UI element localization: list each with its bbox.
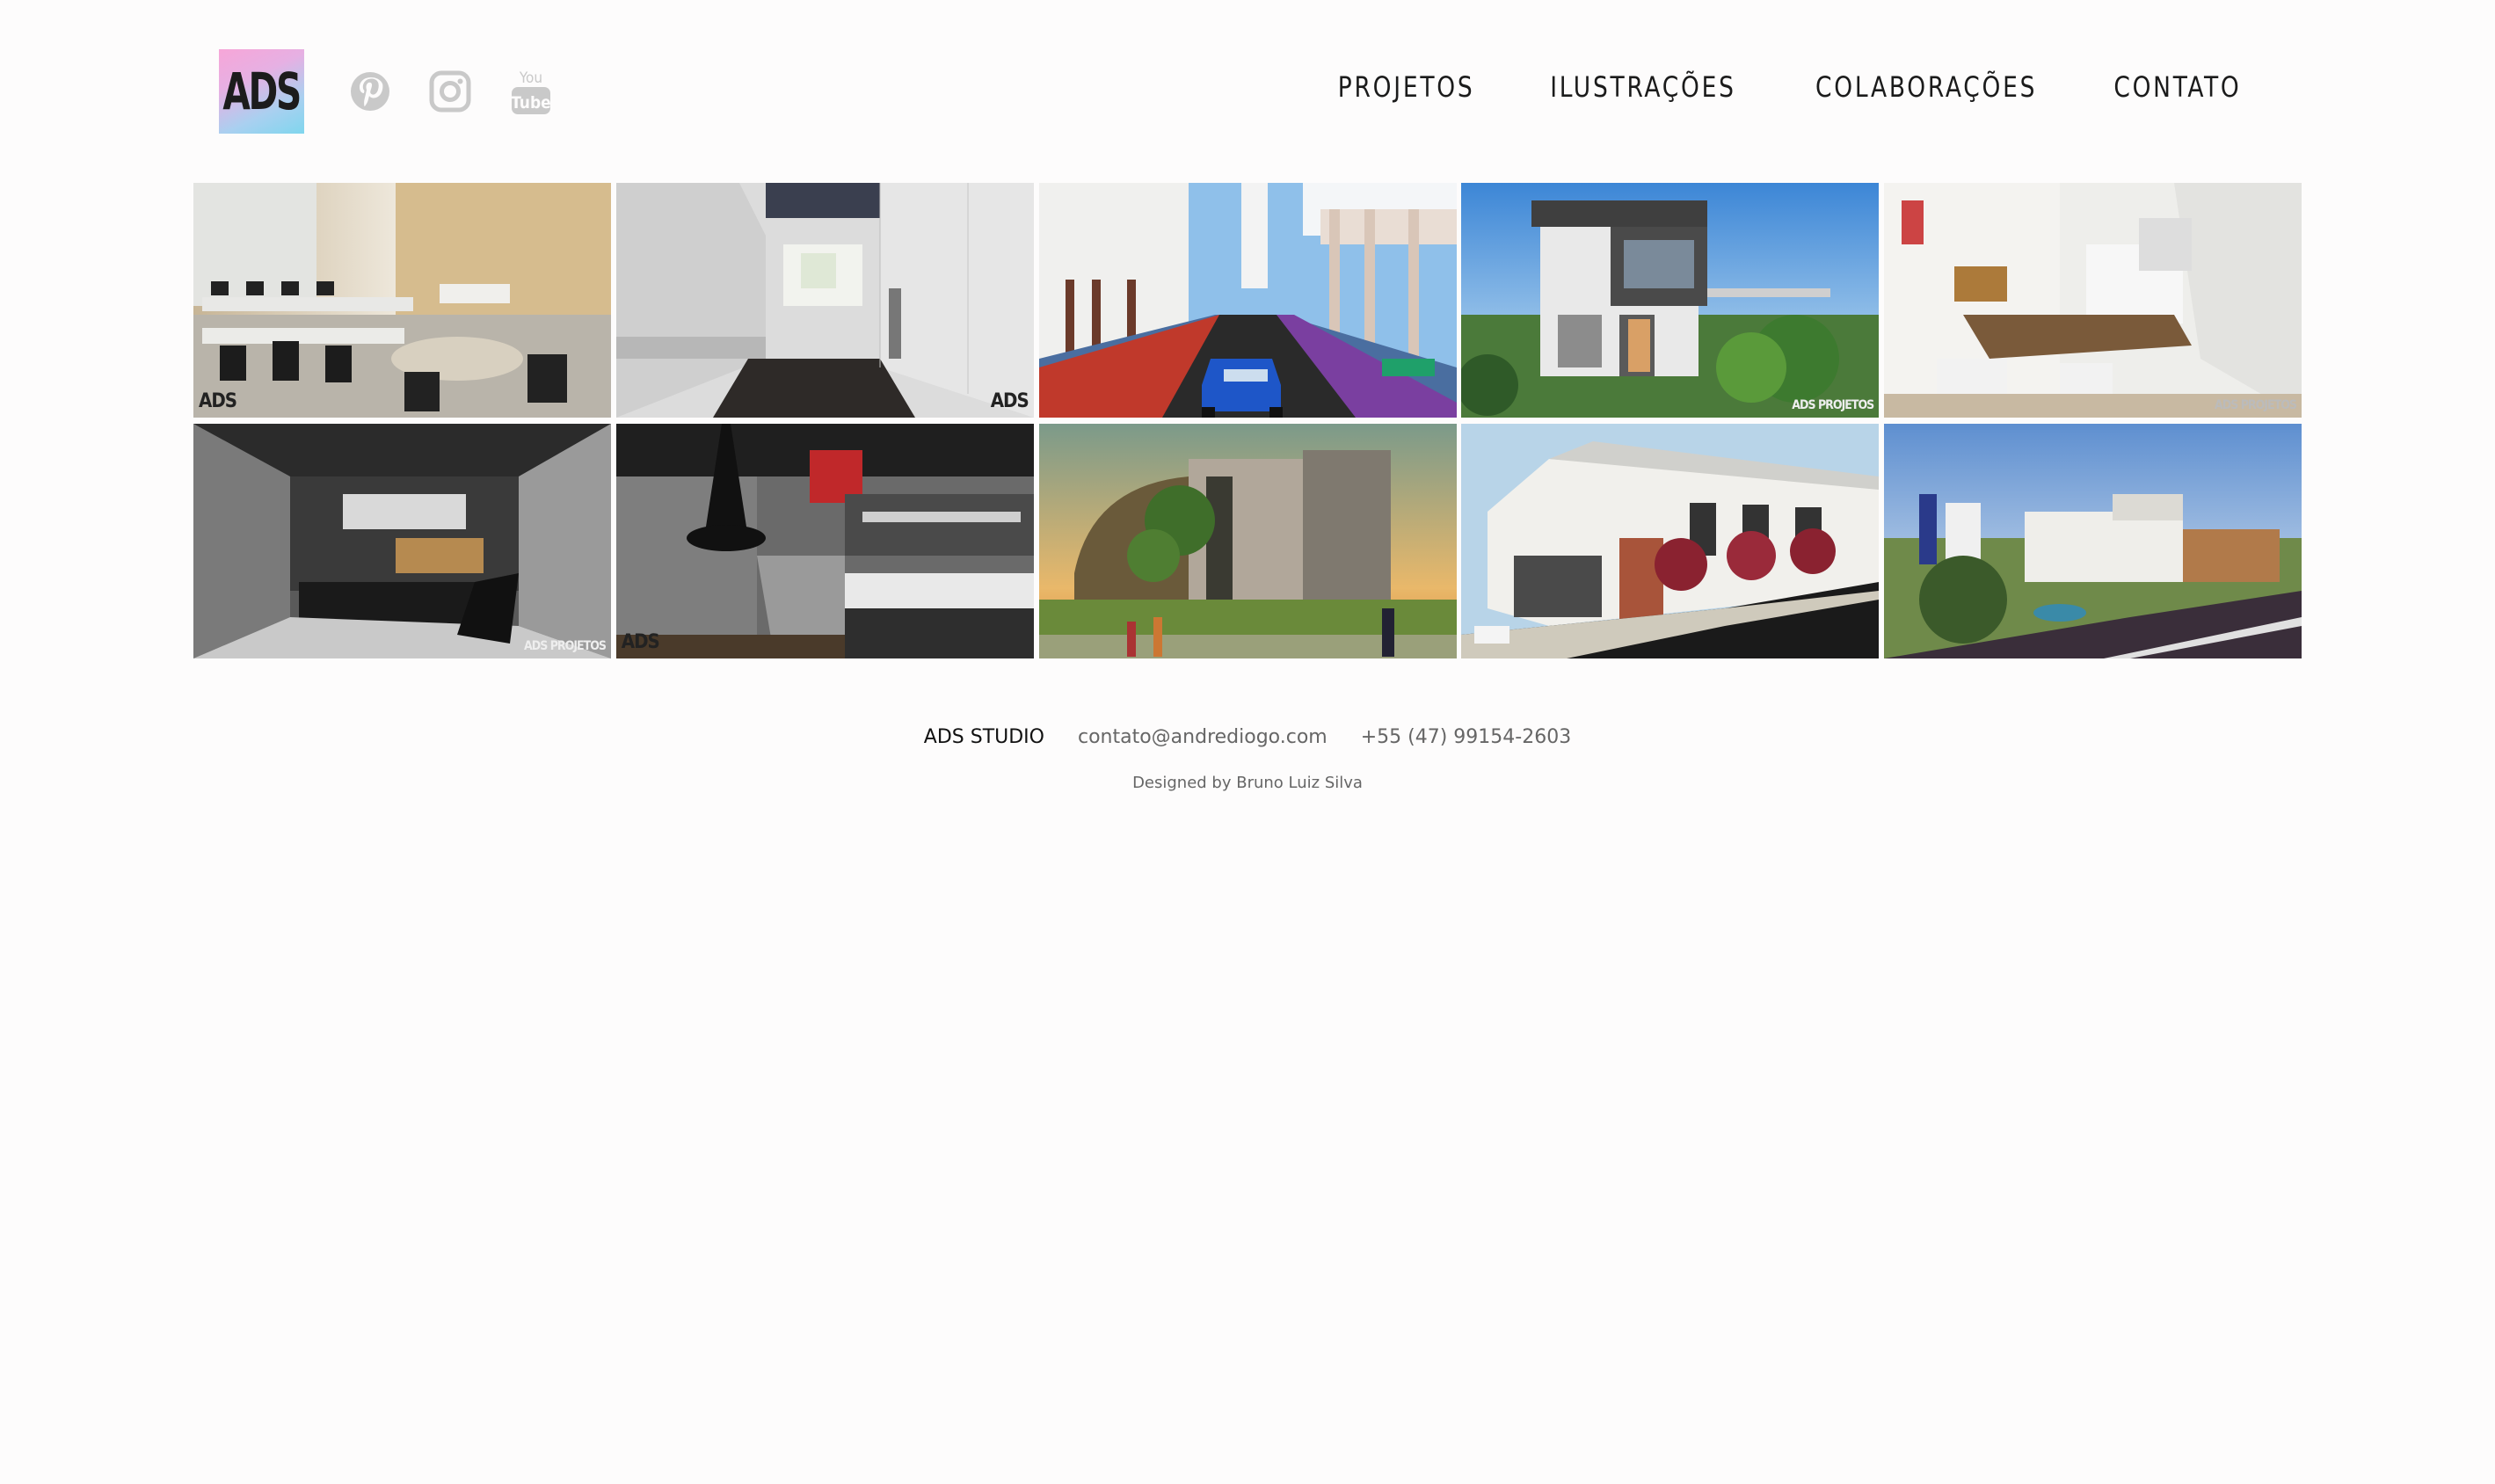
project-gallery: ADS ADS ADS PROJETOS ADS PROJETOS ADS PR… [193, 183, 2302, 658]
project-thumb-house[interactable]: ADS PROJETOS [1461, 183, 1880, 418]
nav-colaboracoes[interactable]: COLABORAÇÕES [1815, 70, 2037, 104]
footer-phone: +55 (47) 99154-2603 [1360, 726, 1572, 748]
dining-render-image [1884, 183, 2302, 418]
youtube-you-text: You [519, 69, 542, 87]
instagram-icon [429, 70, 471, 113]
footer-contact: ADS STUDIO contato@andrediogo.com +55 (4… [0, 726, 2495, 748]
campus-render-image [1884, 424, 2302, 658]
youtube-link[interactable]: You Tube [510, 67, 552, 116]
instagram-link[interactable] [429, 67, 471, 116]
watermark-ads-projetos: ADS PROJETOS [524, 639, 607, 653]
footer-credit: Designed by Bruno Luiz Silva [1132, 774, 1363, 792]
footer-brand: ADS STUDIO [923, 726, 1044, 748]
youtube-tube-text: Tube [511, 93, 551, 113]
watermark-ads: ADS [199, 390, 237, 412]
project-thumb-campus[interactable] [1884, 424, 2302, 658]
office-render-image [193, 183, 611, 418]
project-thumb-townhouses[interactable] [1461, 424, 1880, 658]
project-thumb-street[interactable] [1038, 183, 1457, 418]
nav-ilustracoes[interactable]: ILUSTRAÇÕES [1550, 70, 1736, 104]
main-nav: PROJETOS ILUSTRAÇÕES COLABORAÇÕES CONTAT… [1332, 70, 2247, 104]
site-logo[interactable]: ADS [219, 49, 304, 134]
house-render-image [1461, 183, 1880, 418]
footer-email[interactable]: contato@andrediogo.com [1078, 726, 1328, 748]
project-thumb-lounge[interactable]: ADS PROJETOS [193, 424, 611, 658]
nav-contato[interactable]: CONTATO [2113, 70, 2241, 104]
watermark-ads: ADS [621, 631, 660, 653]
logo-text: ADS [222, 62, 302, 121]
building-render-image [1038, 424, 1457, 658]
watermark-ads-projetos: ADS PROJETOS [2215, 398, 2297, 412]
nav-projetos[interactable]: PROJETOS [1338, 70, 1475, 104]
street-render-image [1038, 183, 1457, 418]
pinterest-link[interactable] [349, 67, 391, 116]
project-thumb-office[interactable]: ADS [193, 183, 611, 418]
watermark-ads: ADS [990, 390, 1029, 412]
bathroom-render-image [615, 183, 1034, 418]
lounge-render-image [193, 424, 611, 658]
kitchen-render-image [615, 424, 1034, 658]
project-thumb-kitchen[interactable]: ADS [615, 424, 1034, 658]
townhouses-render-image [1461, 424, 1880, 658]
project-thumb-dining[interactable]: ADS PROJETOS [1884, 183, 2302, 418]
project-thumb-bathroom[interactable]: ADS [615, 183, 1034, 418]
pinterest-icon [351, 72, 389, 111]
watermark-ads-projetos: ADS PROJETOS [1792, 398, 1874, 412]
project-thumb-building[interactable] [1038, 424, 1457, 658]
youtube-icon: You Tube [511, 69, 551, 114]
